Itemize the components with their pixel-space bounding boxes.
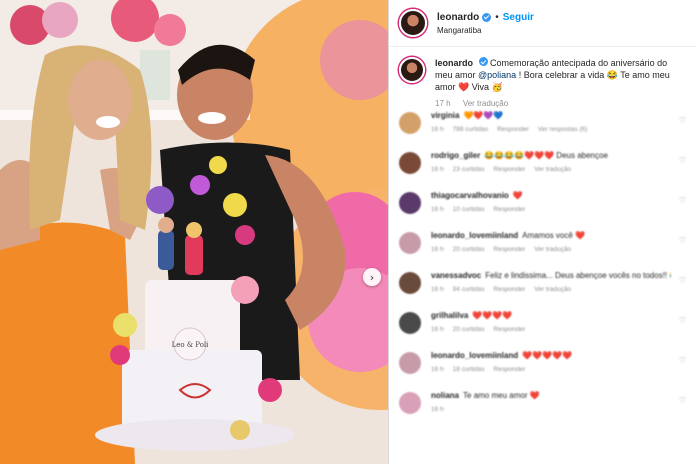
caption-mention-link[interactable]: @poliana: [478, 70, 516, 80]
commenter-avatar[interactable]: [399, 272, 421, 294]
author-info: leonardo • Seguir Mangaratiba: [437, 12, 534, 35]
comment-time: 16 h: [431, 206, 444, 213]
comment-text: ❤️❤️❤️❤️: [472, 311, 513, 320]
comment-text: ❤️: [512, 191, 523, 200]
post-time: 17 h: [435, 99, 451, 108]
commenter-username[interactable]: rodrigo_giler: [431, 151, 480, 160]
comment-extra-link[interactable]: Ver tradução: [534, 166, 571, 173]
commenter-username[interactable]: virginia: [431, 111, 459, 120]
comment-item: vanessadvoc Feliz e lindissima... Deus ab…: [389, 270, 696, 310]
comment-time: 16 h: [431, 286, 444, 293]
comment-likes[interactable]: 10 curtidas: [453, 206, 485, 213]
verified-badge-icon: [478, 57, 488, 66]
comment-item: leonardo_lovemiinland Amamos você ❤️ 16 h 2…: [389, 230, 696, 270]
comment-likes[interactable]: 20 curtidas: [453, 326, 485, 333]
comment-time: 16 h: [431, 166, 444, 173]
reply-button[interactable]: Responder: [493, 166, 525, 173]
commenter-avatar[interactable]: [399, 192, 421, 214]
author-avatar[interactable]: [399, 9, 427, 37]
heart-outline-icon[interactable]: ♡: [679, 276, 687, 285]
commenter-username[interactable]: thiagocarvalhovanio: [431, 191, 509, 200]
commenter-avatar[interactable]: [399, 312, 421, 334]
comment-text: 😂😂😂😂❤️❤️❤️ Deus abençoe: [484, 151, 608, 160]
post-location[interactable]: Mangaratiba: [437, 26, 534, 35]
commenter-avatar[interactable]: [399, 232, 421, 254]
commenter-username[interactable]: grilhalilva: [431, 311, 468, 320]
post-details-panel: leonardo • Seguir Mangaratiba leonardo C…: [388, 0, 696, 464]
comment-likes[interactable]: 20 curtidas: [453, 246, 485, 253]
comment-item: virginia 🧡❤️💜💙 16 h 788 curtidas Responder Ve…: [389, 110, 696, 150]
comment-extra-link[interactable]: Ver tradução: [534, 246, 571, 253]
post-caption: leonardo Comemoração antecipada do anive…: [389, 47, 696, 110]
reply-button[interactable]: Responder: [493, 326, 525, 333]
heart-outline-icon[interactable]: ♡: [679, 156, 687, 165]
comment-likes[interactable]: 788 curtidas: [453, 126, 488, 133]
caption-author-avatar[interactable]: [399, 57, 425, 83]
comment-extra-link[interactable]: Ver tradução: [534, 286, 571, 293]
commenter-avatar[interactable]: [399, 392, 421, 414]
caption-username[interactable]: leonardo: [435, 58, 473, 68]
reply-button[interactable]: Responder: [493, 286, 525, 293]
commenter-username[interactable]: vanessadvoc: [431, 271, 481, 280]
heart-outline-icon[interactable]: ♡: [679, 356, 687, 365]
comment-text: Amamos você ❤️: [522, 231, 586, 240]
comment-likes[interactable]: 23 curtidas: [453, 166, 485, 173]
comment-time: 16 h: [431, 406, 444, 413]
heart-outline-icon[interactable]: ♡: [679, 196, 687, 205]
comment-item: thiagocarvalhovanio ❤️ 16 h 10 curtidas Resp…: [389, 190, 696, 230]
commenter-username[interactable]: leonardo_lovemiinland: [431, 231, 518, 240]
commenter-username[interactable]: leonardo_lovemiinland: [431, 351, 518, 360]
comment-time: 16 h: [431, 366, 444, 373]
comment-time: 16 h: [431, 326, 444, 333]
commenter-avatar[interactable]: [399, 352, 421, 374]
cake-topper-text: Leo & Poli: [172, 341, 210, 349]
separator-dot: •: [495, 11, 499, 23]
heart-outline-icon[interactable]: ♡: [679, 316, 687, 325]
reply-button[interactable]: Responder: [493, 246, 525, 253]
comment-item: rodrigo_giler 😂😂😂😂❤️❤️❤️ Deus abençoe 16 h…: [389, 150, 696, 190]
follow-button[interactable]: Seguir: [503, 12, 534, 23]
comment-time: 16 h: [431, 246, 444, 253]
heart-outline-icon[interactable]: ♡: [679, 236, 687, 245]
comment-item: leonardo_lovemiinland ❤️❤️❤️❤️❤️ 16 h 18 cu…: [389, 350, 696, 390]
comment-text: Te amo meu amor ❤️: [463, 391, 540, 400]
instagram-post-view: Leo & Poli › leonardo • Seguir Mangarati…: [0, 0, 696, 464]
author-username[interactable]: leonardo: [437, 12, 479, 23]
commenter-avatar[interactable]: [399, 152, 421, 174]
commenter-avatar[interactable]: [399, 112, 421, 134]
post-header: leonardo • Seguir Mangaratiba: [389, 0, 696, 47]
party-photo-illustration: Leo & Poli: [0, 0, 388, 464]
next-photo-button[interactable]: ›: [363, 268, 381, 286]
comment-item: grilhalilva ❤️❤️❤️❤️ 16 h 20 curtidas Respon…: [389, 310, 696, 350]
post-photo[interactable]: Leo & Poli ›: [0, 0, 388, 464]
comments-list: virginia 🧡❤️💜💙 16 h 788 curtidas Responder Ve…: [389, 110, 696, 430]
comment-text: Feliz e lindissima... Deus abençoe vocês…: [485, 271, 671, 280]
comment-likes[interactable]: 18 curtidas: [453, 366, 485, 373]
comment-time: 16 h: [431, 126, 444, 133]
heart-outline-icon[interactable]: ♡: [679, 396, 687, 405]
comment-text: 🧡❤️💜💙: [463, 111, 504, 120]
heart-outline-icon[interactable]: ♡: [679, 116, 687, 125]
see-translation-link[interactable]: Ver tradução: [463, 99, 508, 108]
comment-extra-link[interactable]: Ver respostas (6): [538, 126, 588, 133]
comment-likes[interactable]: 94 curtidas: [453, 286, 485, 293]
commenter-username[interactable]: noliana: [431, 391, 459, 400]
chevron-right-icon: ›: [369, 270, 375, 284]
reply-button[interactable]: Responder: [493, 206, 525, 213]
verified-badge-icon: [482, 12, 492, 22]
reply-button[interactable]: Responder: [493, 366, 525, 373]
reply-button[interactable]: Responder: [497, 126, 529, 133]
comment-item: noliana Te amo meu amor ❤️ 16 h ♡: [389, 390, 696, 430]
comment-text: ❤️❤️❤️❤️❤️: [522, 351, 572, 360]
